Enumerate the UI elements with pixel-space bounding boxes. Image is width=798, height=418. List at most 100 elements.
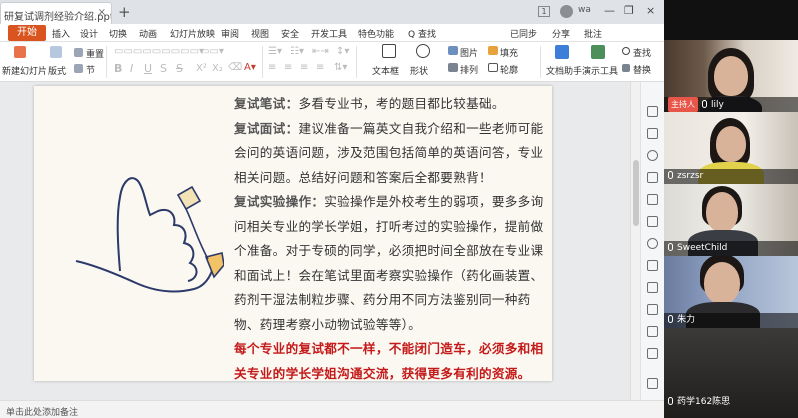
grid-icon[interactable]	[647, 216, 658, 227]
close-tab-icon[interactable]: ×	[98, 7, 106, 18]
shape-icon[interactable]	[416, 44, 430, 58]
slide-canvas[interactable]: 复试笔试：多看专业书，考的题目都比较基础。 复试面试：建议准备一篇英文自我介绍和…	[34, 86, 552, 381]
align-right-icon[interactable]: ≡	[300, 62, 308, 73]
user-avatar-icon[interactable]	[560, 5, 573, 18]
menu-insert[interactable]: 插入	[52, 27, 70, 40]
video-tile-lily[interactable]: 主持人 lily	[664, 40, 798, 112]
share-icon[interactable]	[647, 238, 658, 249]
close-window-button[interactable]: ×	[646, 4, 655, 17]
align-justify-icon[interactable]: ≡	[316, 62, 324, 73]
find-button[interactable]: 查找	[633, 46, 651, 59]
find-icon[interactable]	[622, 47, 630, 55]
sliders-icon[interactable]	[647, 282, 658, 293]
slide-text-box[interactable]: 复试笔试：多看专业书，考的题目都比较基础。 复试面试：建议准备一篇英文自我介绍和…	[234, 92, 552, 386]
doc-helper-button[interactable]: 文档助手	[546, 64, 582, 77]
vertical-scrollbar[interactable]	[630, 82, 640, 400]
video-tile-sweetchild[interactable]: SweetChild	[664, 184, 798, 256]
indent-icon[interactable]: ⇤⇥	[312, 46, 329, 57]
textbox-button[interactable]: 文本框	[372, 64, 399, 77]
person-face	[706, 192, 738, 232]
menu-review[interactable]: 审阅	[221, 27, 239, 40]
menu-features[interactable]: 特色功能	[358, 27, 394, 40]
image-icon[interactable]	[647, 194, 658, 205]
comment-button[interactable]: 批注	[584, 27, 602, 40]
doc-helper-icon[interactable]	[555, 45, 569, 59]
settings-icon[interactable]	[647, 172, 658, 183]
layout-icon[interactable]	[50, 46, 62, 58]
new-slide-icon[interactable]	[14, 46, 26, 58]
align-center-icon[interactable]: ≡	[284, 62, 292, 73]
menu-slideshow[interactable]: 幻灯片放映	[170, 27, 215, 40]
picture-button[interactable]: 图片	[460, 46, 478, 59]
menu-design[interactable]: 设计	[80, 27, 98, 40]
menu-security[interactable]: 安全	[281, 27, 299, 40]
bold-icon[interactable]: B	[114, 62, 122, 75]
outline-button[interactable]: 轮廓	[500, 63, 518, 76]
fill-button[interactable]: 填充	[500, 46, 518, 59]
underline-icon[interactable]: U	[144, 62, 152, 75]
chart-icon[interactable]	[647, 260, 658, 271]
user-name[interactable]: wa	[578, 5, 591, 15]
menu-transition[interactable]: 切换	[109, 27, 127, 40]
minimize-button[interactable]: —	[604, 4, 615, 17]
share-button[interactable]: 分享	[552, 27, 570, 40]
menu-view[interactable]: 视图	[251, 27, 269, 40]
section-icon[interactable]	[74, 64, 83, 73]
notes-bar[interactable]: 单击此处添加备注	[0, 400, 664, 418]
participant-label: 药学162陈思	[664, 395, 798, 410]
document-tab[interactable]: 研复试调剂经验介绍.pptx ×	[0, 2, 112, 24]
presenter-tool-button[interactable]: 演示工具	[582, 64, 618, 77]
textbox-icon[interactable]	[382, 44, 396, 58]
video-tile-zsrzsr[interactable]: zsrzsr	[664, 112, 798, 184]
menu-animation[interactable]: 动画	[139, 27, 157, 40]
number-list-icon[interactable]: ☷▾	[290, 46, 304, 57]
new-slide-button[interactable]: 新建幻灯片	[2, 64, 47, 77]
align-left-icon[interactable]: ≡	[268, 62, 276, 73]
property-icon[interactable]	[647, 106, 658, 117]
subscript-icon[interactable]: X₂	[212, 63, 223, 74]
menu-start-button[interactable]: 开始	[8, 25, 46, 41]
scrollbar-thumb[interactable]	[633, 160, 639, 226]
video-tile-chensi[interactable]: 药学162陈思	[664, 328, 798, 418]
layers-icon[interactable]	[647, 304, 658, 315]
outline-icon[interactable]	[488, 63, 498, 72]
window-count-badge[interactable]: 1	[538, 6, 550, 17]
font-color-icon[interactable]: A▾	[244, 62, 256, 73]
menu-search[interactable]: Q 查找	[408, 27, 436, 40]
cursor-icon[interactable]	[647, 326, 658, 337]
line-spacing-icon[interactable]: ↕▾	[336, 46, 349, 57]
maximize-button[interactable]: ❐	[624, 4, 634, 17]
backup-icon[interactable]	[647, 348, 658, 359]
highlight-advice: 每个专业的复试都不一样，不能闭门造车，必须多和相关专业的学长学姐沟通交流，获得更…	[234, 341, 544, 381]
strikethrough-icon[interactable]: S	[176, 62, 183, 75]
bullet-list-icon[interactable]: ☰▾	[268, 46, 282, 57]
font-name-dropdown[interactable]: ▭▭▭▭▭▭▭▭▭▾	[114, 46, 204, 57]
text-direction-icon[interactable]: ⇅▾	[334, 62, 347, 73]
layout-button[interactable]: 版式	[48, 64, 66, 77]
video-tile-zhuli[interactable]: 朱力	[664, 256, 798, 328]
animation-pane-icon[interactable]	[647, 128, 658, 139]
presenter-tool-icon[interactable]	[591, 45, 605, 59]
new-tab-button[interactable]: +	[118, 3, 131, 21]
arrange-button[interactable]: 排列	[460, 63, 478, 76]
shadow-icon[interactable]: S	[160, 62, 167, 75]
clear-format-icon[interactable]: ⌫	[228, 62, 242, 73]
more-icon[interactable]	[647, 378, 658, 389]
section-button[interactable]: 节	[86, 63, 95, 76]
picture-icon[interactable]	[448, 46, 458, 55]
location-icon[interactable]	[647, 150, 658, 161]
person-face	[714, 56, 748, 96]
shape-button[interactable]: 形状	[410, 64, 428, 77]
notes-placeholder[interactable]: 单击此处添加备注	[6, 408, 78, 418]
reset-icon[interactable]	[74, 48, 83, 57]
sync-status[interactable]: 已同步	[510, 27, 537, 40]
reset-button[interactable]: 重置	[86, 47, 104, 60]
menu-developer[interactable]: 开发工具	[311, 27, 347, 40]
italic-icon[interactable]: I	[130, 62, 133, 75]
superscript-icon[interactable]: X²	[196, 63, 207, 74]
arrange-icon[interactable]	[448, 63, 458, 72]
fill-icon[interactable]	[488, 46, 498, 55]
replace-button[interactable]: 替换	[633, 63, 651, 76]
replace-icon[interactable]	[622, 64, 630, 72]
font-size-dropdown[interactable]: ▭▭▾	[200, 46, 224, 57]
